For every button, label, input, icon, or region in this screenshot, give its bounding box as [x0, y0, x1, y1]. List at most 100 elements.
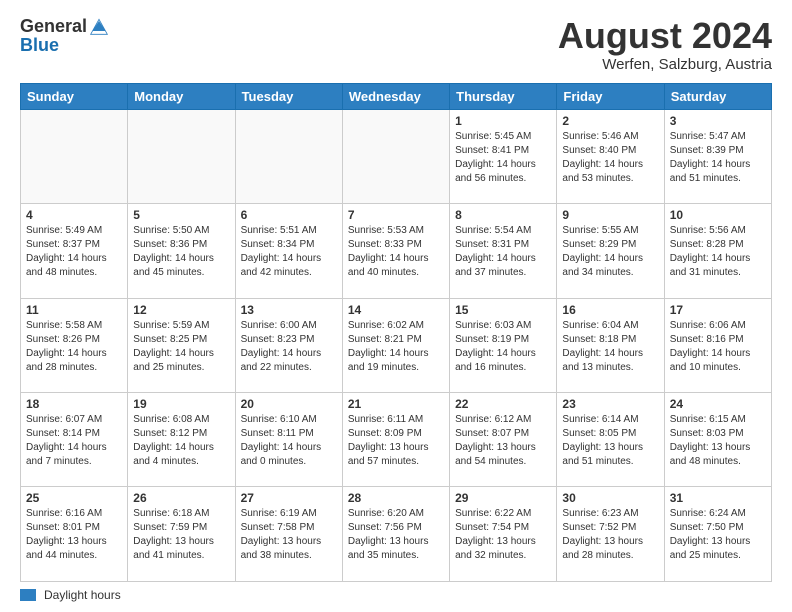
col-tuesday: Tuesday — [235, 83, 342, 109]
table-row: 4Sunrise: 5:49 AM Sunset: 8:37 PM Daylig… — [21, 204, 128, 298]
table-row: 26 Sunrise: 6:18 AM Sunset: 7:59 PM Dayli… — [128, 487, 235, 582]
day-number: 1 — [455, 114, 551, 128]
day-info: Sunrise: 6:12 AM Sunset: 8:07 PM Dayligh… — [455, 413, 551, 469]
day-info: Sunrise: 6:08 AM Sunset: 8:12 PM Dayligh… — [133, 413, 229, 469]
day-number: 29 — [455, 491, 551, 505]
day-number: 16 — [562, 303, 658, 317]
table-row: 5 Sunrise: 5:50 AM Sunset: 8:36 PM Daylig… — [128, 204, 235, 298]
day-number: 7 — [348, 208, 444, 222]
day-number: 8 — [455, 208, 551, 222]
table-row: 31Sunrise: 6:24 AM Sunset: 7:50 PM Dayli… — [664, 487, 771, 582]
table-row: 8 Sunrise: 5:54 AM Sunset: 8:31 PM Daylig… — [450, 204, 557, 298]
day-number: 3 — [670, 114, 766, 128]
day-info: Sunrise: 5:53 AM Sunset: 8:33 PM Dayligh… — [348, 224, 444, 280]
table-row: 1 Sunrise: 5:45 AM Sunset: 8:41 PM Daylig… — [450, 109, 557, 203]
day-number: 27 — [241, 491, 337, 505]
day-info: Sunrise: 6:04 AM Sunset: 8:18 PM Dayligh… — [562, 319, 658, 375]
day-info: Sunrise: 5:45 AM Sunset: 8:41 PM Dayligh… — [455, 130, 551, 186]
location-subtitle: Werfen, Salzburg, Austria — [558, 56, 772, 73]
day-number: 5 — [133, 208, 229, 222]
day-info: Sunrise: 6:23 AM Sunset: 7:52 PM Dayligh… — [562, 507, 658, 563]
calendar-header-row: Sunday Monday Tuesday Wednesday Thursday… — [21, 83, 772, 109]
table-row: 10 Sunrise: 5:56 AM Sunset: 8:28 PM Dayli… — [664, 204, 771, 298]
legend-label: Daylight hours — [44, 588, 121, 602]
table-row: 22 Sunrise: 6:12 AM Sunset: 8:07 PM Dayli… — [450, 393, 557, 487]
day-number: 24 — [670, 397, 766, 411]
table-row — [128, 109, 235, 203]
table-row: 21 Sunrise: 6:11 AM Sunset: 8:09 PM Dayli… — [342, 393, 449, 487]
calendar-table: Sunday Monday Tuesday Wednesday Thursday… — [20, 83, 772, 582]
day-info: Sunrise: 6:19 AM Sunset: 7:58 PM Dayligh… — [241, 507, 337, 563]
table-row: 18Sunrise: 6:07 AM Sunset: 8:14 PM Dayli… — [21, 393, 128, 487]
day-info: Sunrise: 6:11 AM Sunset: 8:09 PM Dayligh… — [348, 413, 444, 469]
day-info: Sunrise: 6:22 AM Sunset: 7:54 PM Dayligh… — [455, 507, 551, 563]
day-number: 19 — [133, 397, 229, 411]
day-info: Sunrise: 6:03 AM Sunset: 8:19 PM Dayligh… — [455, 319, 551, 375]
day-info: Sunrise: 6:16 AM Sunset: 8:01 PM Dayligh… — [26, 507, 122, 563]
day-number: 18 — [26, 397, 122, 411]
day-info: Sunrise: 5:56 AM Sunset: 8:28 PM Dayligh… — [670, 224, 766, 280]
day-info: Sunrise: 6:10 AM Sunset: 8:11 PM Dayligh… — [241, 413, 337, 469]
day-info: Sunrise: 6:02 AM Sunset: 8:21 PM Dayligh… — [348, 319, 444, 375]
day-number: 11 — [26, 303, 122, 317]
day-info: Sunrise: 5:51 AM Sunset: 8:34 PM Dayligh… — [241, 224, 337, 280]
day-number: 28 — [348, 491, 444, 505]
day-number: 14 — [348, 303, 444, 317]
table-row: 15 Sunrise: 6:03 AM Sunset: 8:19 PM Dayli… — [450, 298, 557, 392]
day-number: 17 — [670, 303, 766, 317]
day-number: 9 — [562, 208, 658, 222]
table-row: 9 Sunrise: 5:55 AM Sunset: 8:29 PM Daylig… — [557, 204, 664, 298]
table-row: 12 Sunrise: 5:59 AM Sunset: 8:25 PM Dayli… — [128, 298, 235, 392]
table-row: 29 Sunrise: 6:22 AM Sunset: 7:54 PM Dayli… — [450, 487, 557, 582]
title-block: August 2024 Werfen, Salzburg, Austria — [558, 16, 772, 73]
logo: General Blue — [20, 16, 109, 56]
day-info: Sunrise: 5:58 AM Sunset: 8:26 PM Dayligh… — [26, 319, 122, 375]
calendar-week-row: 18Sunrise: 6:07 AM Sunset: 8:14 PM Dayli… — [21, 393, 772, 487]
table-row: 17Sunrise: 6:06 AM Sunset: 8:16 PM Dayli… — [664, 298, 771, 392]
logo-blue-text: Blue — [20, 35, 59, 55]
table-row: 16 Sunrise: 6:04 AM Sunset: 8:18 PM Dayli… — [557, 298, 664, 392]
day-info: Sunrise: 5:59 AM Sunset: 8:25 PM Dayligh… — [133, 319, 229, 375]
day-info: Sunrise: 5:50 AM Sunset: 8:36 PM Dayligh… — [133, 224, 229, 280]
col-sunday: Sunday — [21, 83, 128, 109]
table-row: 14 Sunrise: 6:02 AM Sunset: 8:21 PM Dayli… — [342, 298, 449, 392]
day-number: 12 — [133, 303, 229, 317]
day-number: 23 — [562, 397, 658, 411]
day-number: 2 — [562, 114, 658, 128]
day-info: Sunrise: 5:54 AM Sunset: 8:31 PM Dayligh… — [455, 224, 551, 280]
day-number: 15 — [455, 303, 551, 317]
table-row: 3 Sunrise: 5:47 AM Sunset: 8:39 PM Daylig… — [664, 109, 771, 203]
table-row: 6 Sunrise: 5:51 AM Sunset: 8:34 PM Daylig… — [235, 204, 342, 298]
day-number: 4 — [26, 208, 122, 222]
day-number: 22 — [455, 397, 551, 411]
table-row: 27 Sunrise: 6:19 AM Sunset: 7:58 PM Dayli… — [235, 487, 342, 582]
table-row: 24 Sunrise: 6:15 AM Sunset: 8:03 PM Dayli… — [664, 393, 771, 487]
legend-color-box — [20, 589, 36, 601]
day-info: Sunrise: 6:15 AM Sunset: 8:03 PM Dayligh… — [670, 413, 766, 469]
day-info: Sunrise: 5:46 AM Sunset: 8:40 PM Dayligh… — [562, 130, 658, 186]
day-number: 6 — [241, 208, 337, 222]
table-row: 13 Sunrise: 6:00 AM Sunset: 8:23 PM Dayli… — [235, 298, 342, 392]
day-number: 10 — [670, 208, 766, 222]
day-number: 25 — [26, 491, 122, 505]
page: General Blue August 2024 Werfen, Salzbur… — [0, 0, 792, 612]
day-info: Sunrise: 6:24 AM Sunset: 7:50 PM Dayligh… — [670, 507, 766, 563]
logo-icon — [89, 16, 109, 36]
table-row: 2 Sunrise: 5:46 AM Sunset: 8:40 PM Daylig… — [557, 109, 664, 203]
day-number: 13 — [241, 303, 337, 317]
footer: Daylight hours — [20, 588, 772, 602]
day-info: Sunrise: 6:18 AM Sunset: 7:59 PM Dayligh… — [133, 507, 229, 563]
day-info: Sunrise: 6:00 AM Sunset: 8:23 PM Dayligh… — [241, 319, 337, 375]
calendar-week-row: 4Sunrise: 5:49 AM Sunset: 8:37 PM Daylig… — [21, 204, 772, 298]
day-info: Sunrise: 5:55 AM Sunset: 8:29 PM Dayligh… — [562, 224, 658, 280]
col-saturday: Saturday — [664, 83, 771, 109]
day-number: 21 — [348, 397, 444, 411]
day-info: Sunrise: 6:20 AM Sunset: 7:56 PM Dayligh… — [348, 507, 444, 563]
table-row — [235, 109, 342, 203]
day-info: Sunrise: 5:47 AM Sunset: 8:39 PM Dayligh… — [670, 130, 766, 186]
col-wednesday: Wednesday — [342, 83, 449, 109]
table-row: 28 Sunrise: 6:20 AM Sunset: 7:56 PM Dayli… — [342, 487, 449, 582]
logo-general-text: General — [20, 17, 87, 35]
table-row — [342, 109, 449, 203]
day-number: 26 — [133, 491, 229, 505]
